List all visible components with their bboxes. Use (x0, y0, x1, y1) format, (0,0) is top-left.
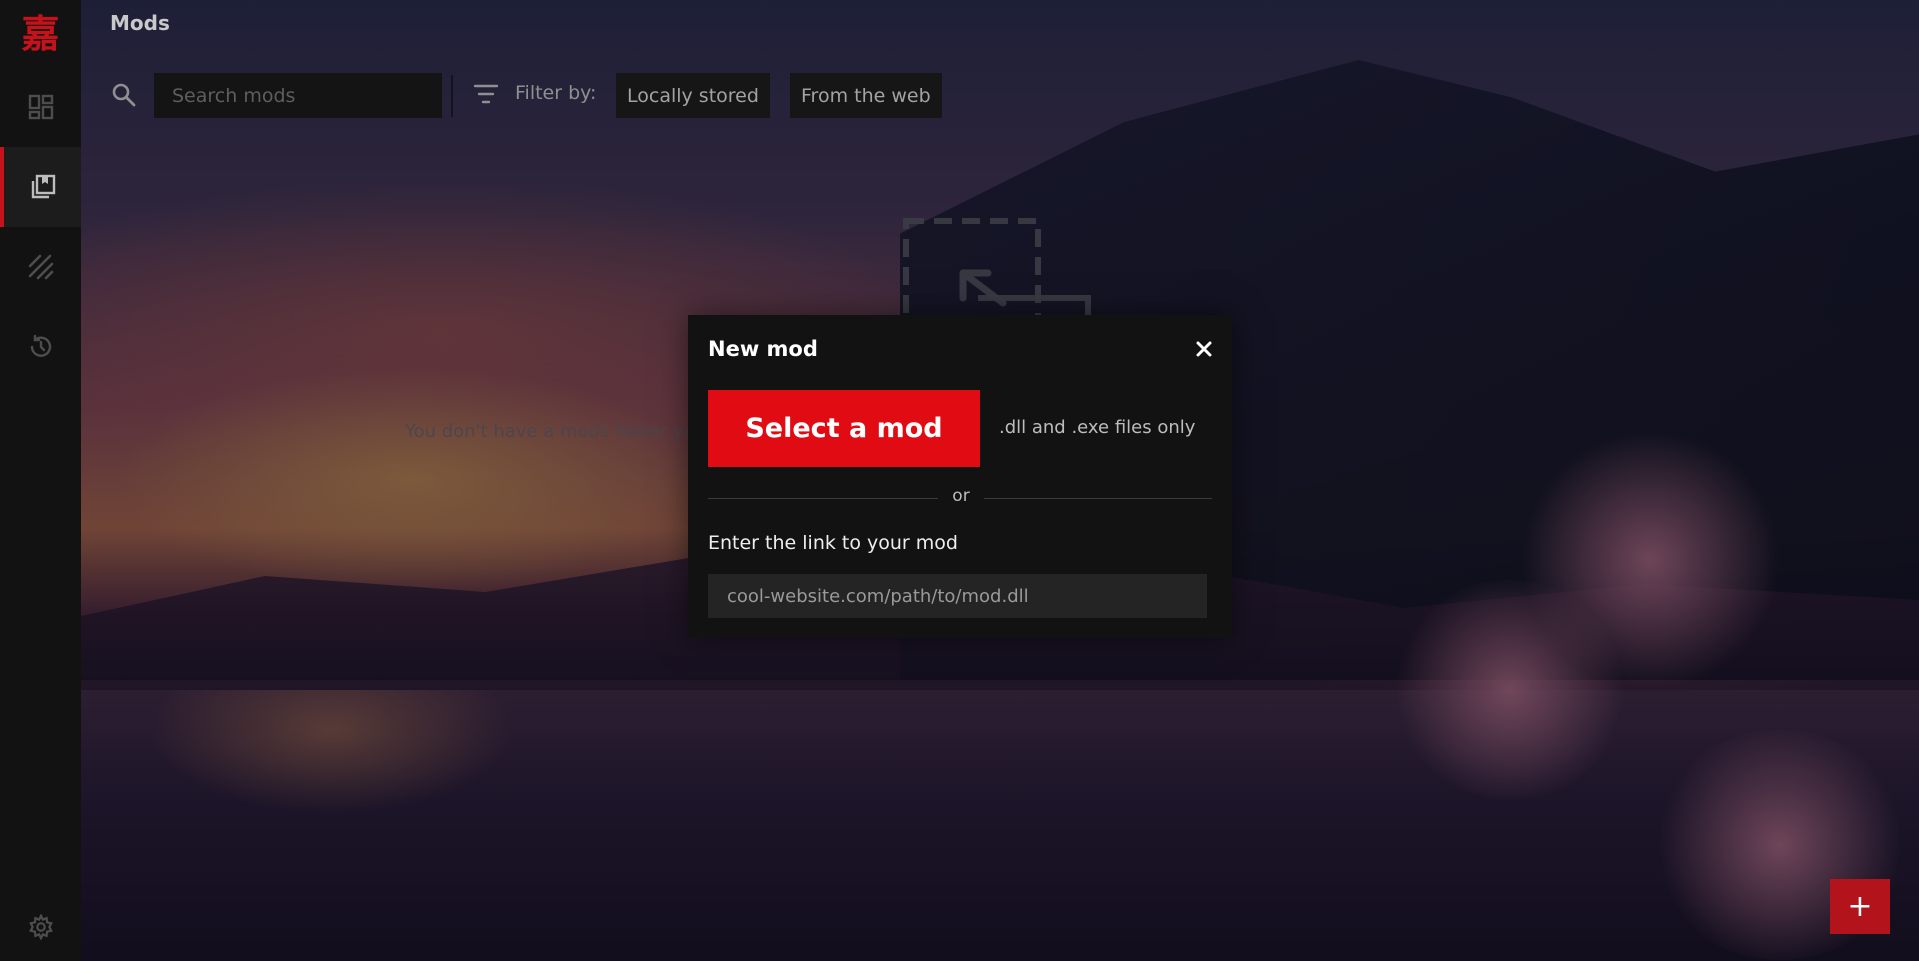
search-icon (111, 82, 137, 112)
sidebar: 嘉 (0, 0, 81, 961)
close-icon (1196, 341, 1212, 357)
sidebar-item-slashes[interactable] (0, 227, 81, 307)
new-mod-dialog: New mod Select a mod .dll and .exe files… (688, 315, 1232, 638)
filter-chip-from-web[interactable]: From the web (790, 73, 942, 118)
search-input[interactable] (154, 73, 442, 118)
select-mod-button[interactable]: Select a mod (708, 390, 980, 467)
file-types-note: .dll and .exe files only (999, 417, 1196, 438)
sidebar-item-history[interactable] (0, 307, 81, 387)
dashboard-icon (28, 94, 53, 120)
dialog-title: New mod (708, 337, 818, 361)
filter-label: Filter by: (515, 82, 597, 104)
separator-line-left (708, 498, 938, 499)
separator-text: or (952, 486, 970, 506)
mod-link-input[interactable] (708, 574, 1207, 618)
sidebar-item-settings[interactable] (0, 887, 81, 961)
mods-library-icon (31, 174, 55, 199)
toolbar-divider (451, 75, 453, 117)
close-button[interactable] (1192, 337, 1216, 361)
slashes-icon (28, 254, 53, 280)
history-icon (30, 334, 51, 357)
link-field-label: Enter the link to your mod (708, 532, 958, 554)
gear-icon (28, 914, 53, 940)
sidebar-item-mods[interactable] (0, 147, 81, 227)
filter-chip-locally-stored[interactable]: Locally stored (616, 73, 770, 118)
page-title: Mods (110, 11, 170, 35)
add-mod-button[interactable]: + (1830, 879, 1890, 934)
or-separator: or (708, 486, 1212, 510)
separator-line-right (984, 498, 1212, 499)
filter-icon (473, 82, 499, 110)
app-logo: 嘉 (21, 10, 60, 56)
sidebar-item-dashboard[interactable] (0, 67, 81, 147)
